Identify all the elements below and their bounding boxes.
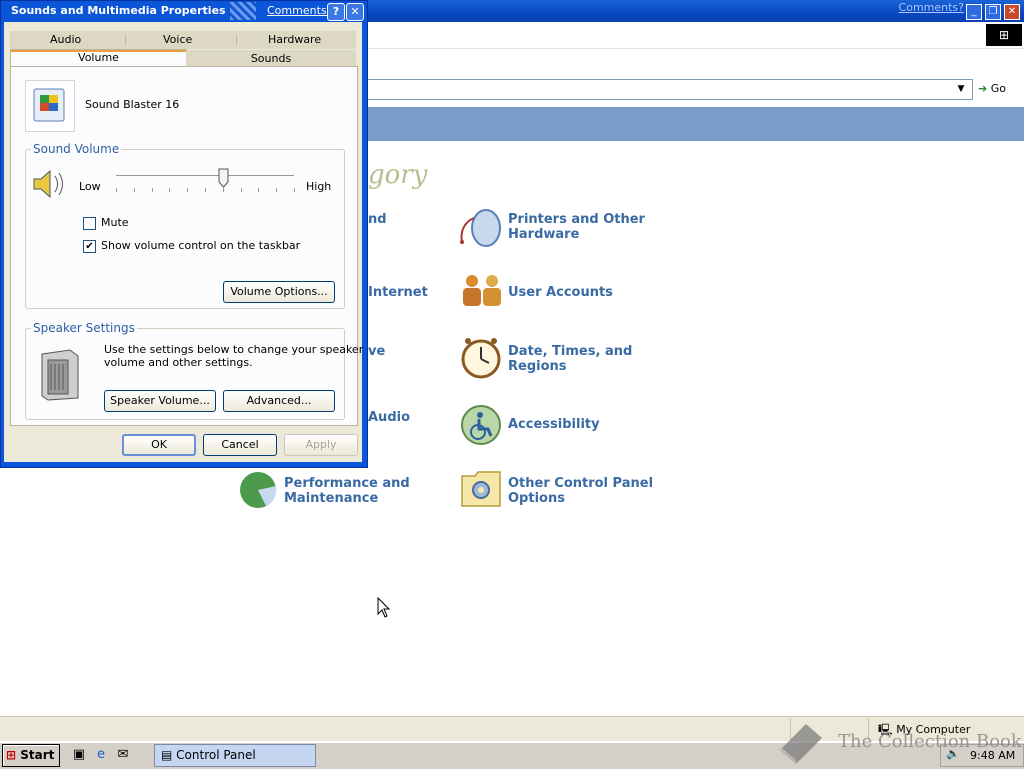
- active-tab-highlight: [11, 50, 186, 52]
- user-accounts-icon[interactable]: [460, 272, 504, 311]
- category-link-add-remove-fragment[interactable]: ve: [368, 344, 385, 359]
- description-line2: volume and other settings.: [104, 356, 253, 369]
- ok-button[interactable]: OK: [122, 434, 196, 456]
- slider-tick: [205, 188, 206, 192]
- sound-device-icon: [25, 80, 75, 132]
- slider-tick: [187, 188, 188, 192]
- go-label: Go: [990, 82, 1006, 95]
- tab-volume-label: Volume: [78, 51, 119, 64]
- dialog-comments-link[interactable]: Comments?: [267, 4, 332, 17]
- book-watermark-icon: [776, 720, 826, 769]
- slider-tick: [223, 188, 224, 192]
- restore-button[interactable]: ❐: [985, 4, 1001, 20]
- volume-options-button[interactable]: Volume Options...: [223, 281, 335, 303]
- tab-divider: [236, 35, 237, 45]
- start-button[interactable]: ⊞ Start: [2, 744, 60, 767]
- slider-tick: [152, 188, 153, 192]
- volume-slider-thumb[interactable]: [218, 168, 229, 188]
- cp-comments-link[interactable]: Comments?: [899, 1, 964, 14]
- slider-tick: [294, 188, 295, 192]
- printers-icon[interactable]: [458, 204, 504, 253]
- cancel-button[interactable]: Cancel: [203, 434, 277, 456]
- mute-label: Mute: [101, 216, 129, 229]
- help-button[interactable]: ?: [327, 3, 345, 21]
- show-desktop-icon[interactable]: ▣: [70, 746, 88, 764]
- slider-tick: [116, 188, 117, 192]
- watermark: The Collection Book: [838, 731, 1022, 752]
- tab-voice[interactable]: Voice: [163, 33, 192, 46]
- device-name: Sound Blaster 16: [85, 98, 180, 111]
- tab-divider: [125, 35, 126, 45]
- slider-tick: [258, 188, 259, 192]
- performance-icon[interactable]: [238, 470, 278, 513]
- slider-tick: [241, 188, 242, 192]
- show-in-taskbar-checkbox[interactable]: ✔: [83, 240, 96, 253]
- close-button[interactable]: ✕: [1004, 4, 1020, 20]
- mute-checkbox[interactable]: [83, 217, 96, 230]
- category-link-sounds-fragment[interactable]: nd: [368, 212, 387, 227]
- category-label-line2: Regions: [508, 359, 567, 374]
- go-button[interactable]: ➜ Go: [978, 79, 1022, 99]
- title-pattern-decoration: [230, 2, 256, 20]
- category-banner: [360, 107, 1024, 141]
- category-link-user-accounts[interactable]: User Accounts: [508, 285, 613, 300]
- slider-tick: [276, 188, 277, 192]
- volume-low-label: Low: [79, 180, 101, 193]
- address-input[interactable]: [360, 79, 973, 100]
- description-line1: Use the settings below to change your sp…: [104, 343, 364, 356]
- category-link-accessibility[interactable]: Accessibility: [508, 417, 600, 432]
- outlook-express-icon[interactable]: ✉: [114, 746, 132, 764]
- category-label-line1: Printers and Other: [508, 212, 645, 227]
- speaker-volume-button[interactable]: Speaker Volume...: [104, 390, 216, 412]
- tab-sounds[interactable]: Sounds: [186, 50, 356, 67]
- taskbar-item-control-panel[interactable]: ▤ Control Panel: [154, 744, 316, 767]
- internet-explorer-icon[interactable]: e: [92, 746, 110, 764]
- category-link-date-time[interactable]: Date, Times, and Regions: [508, 344, 632, 374]
- tab-audio[interactable]: Audio: [50, 33, 81, 46]
- speaker-volume-icon: [32, 168, 68, 203]
- category-link-sounds-audio-fragment[interactable]: Audio: [368, 410, 410, 425]
- clock-icon[interactable]: [460, 336, 502, 383]
- accessibility-icon[interactable]: [460, 404, 502, 449]
- category-link-network-fragment[interactable]: Internet: [368, 285, 428, 300]
- mouse-cursor-icon: [377, 596, 391, 622]
- windows-logo-icon: ⊞: [986, 24, 1022, 46]
- speaker-icon: [38, 348, 82, 405]
- address-dropdown-arrow-icon[interactable]: ▼: [952, 80, 970, 98]
- dialog-close-button[interactable]: ✕: [346, 3, 364, 21]
- go-arrow-icon: ➜: [978, 82, 988, 95]
- sound-volume-title: Sound Volume: [31, 142, 122, 156]
- tab-sounds-label: Sounds: [250, 52, 292, 65]
- category-link-printers[interactable]: Printers and Other Hardware: [508, 212, 645, 242]
- speaker-settings-title: Speaker Settings: [31, 321, 137, 335]
- start-label: Start: [20, 748, 55, 762]
- control-panel-icon: ▤: [161, 748, 173, 762]
- category-label-line2: Hardware: [508, 227, 580, 242]
- category-label-line2: Options: [508, 491, 565, 506]
- category-link-other-options[interactable]: Other Control Panel Options: [508, 476, 653, 506]
- other-options-folder-icon[interactable]: [460, 470, 502, 511]
- category-link-performance[interactable]: Performance and Maintenance: [284, 476, 410, 506]
- volume-high-label: High: [306, 180, 332, 193]
- windows-flag-icon: ⊞: [6, 748, 17, 762]
- advanced-button[interactable]: Advanced...: [223, 390, 335, 412]
- volume-slider-track[interactable]: [116, 175, 294, 180]
- quick-launch-bar: ▣ e ✉: [70, 746, 142, 764]
- checkmark-icon: ✔: [85, 241, 94, 252]
- category-label-line2: Maintenance: [284, 491, 379, 506]
- apply-button[interactable]: Apply: [284, 434, 358, 456]
- category-heading: gory: [368, 160, 428, 190]
- slider-tick: [134, 188, 135, 192]
- category-label-line1: Date, Times, and: [508, 344, 633, 359]
- minimize-button[interactable]: _: [966, 4, 982, 20]
- speaker-settings-description: Use the settings below to change your sp…: [104, 343, 363, 369]
- category-label-line1: Performance and: [284, 476, 410, 491]
- slider-tick: [169, 188, 170, 192]
- taskbar-item-label: Control Panel: [176, 748, 256, 762]
- tab-hardware[interactable]: Hardware: [268, 33, 321, 46]
- show-in-taskbar-label: Show volume control on the taskbar: [101, 239, 301, 252]
- dialog-title: Sounds and Multimedia Properties: [11, 4, 226, 17]
- category-label-line1: Other Control Panel: [508, 476, 654, 491]
